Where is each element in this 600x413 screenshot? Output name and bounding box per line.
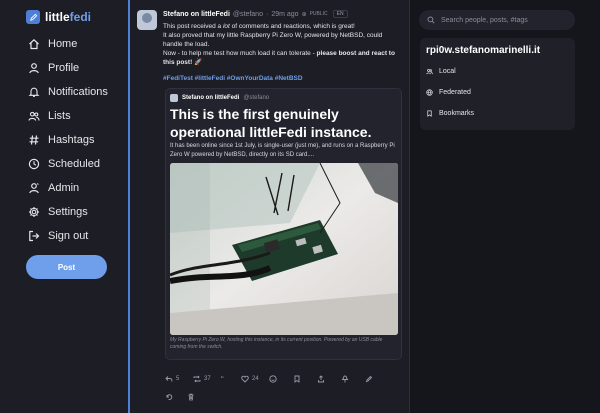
pin-icon (341, 375, 349, 383)
share-icon (318, 375, 324, 383)
raspberry-pi-photo[interactable] (170, 163, 398, 335)
smile-icon (269, 375, 277, 383)
share-button[interactable] (317, 373, 341, 385)
heart-icon (241, 375, 249, 383)
post-time[interactable]: 29m ago (271, 11, 298, 18)
post-line-2: It also proved that my little Raspberry … (163, 32, 383, 48)
quote-avatar (170, 94, 178, 102)
post-actions: 5 37 “ 24 (165, 373, 385, 385)
post-avatar-wrap (137, 10, 157, 30)
instance-name: rpi0w.stefanomarinelli.it (426, 45, 541, 56)
emoji-button[interactable] (269, 373, 293, 385)
quote-icon: “ (221, 374, 224, 384)
bell-icon (28, 87, 40, 97)
timeline: Stefano on littleFedi @stefano · 29m ago… (132, 0, 410, 413)
app-name: littlefedi (45, 10, 92, 24)
pencil-icon (26, 10, 40, 24)
nav-admin[interactable]: Admin (28, 178, 79, 198)
nav-hashtags[interactable]: Hashtags (28, 130, 94, 150)
nav-settings[interactable]: Settings (28, 202, 88, 222)
quote-handle: @stefano (243, 95, 270, 101)
bookmark-icon (294, 375, 300, 383)
nav-profile[interactable]: Profile (28, 58, 79, 78)
boost-button[interactable]: 37 (193, 373, 221, 385)
pin-button[interactable] (341, 373, 365, 385)
post-hashtags[interactable]: #FediTest #littleFedi #OwnYourData #NetB… (163, 75, 303, 82)
visibility-label: PUBLIC (309, 11, 328, 17)
nav-notifications[interactable]: Notifications (28, 82, 108, 102)
post-button[interactable]: Post (26, 255, 107, 279)
quote-description: It has been online since 1st July, is si… (170, 143, 395, 158)
nav-sign-out[interactable]: Sign out (28, 226, 88, 246)
post-line-1: This post received a lot of comments and… (163, 23, 355, 30)
search-icon (427, 16, 435, 24)
boost-icon (193, 375, 201, 383)
globe-icon: ⊕ (301, 11, 307, 18)
photo-caption: My Raspberry Pi Zero W, hosting this ins… (170, 337, 383, 350)
right-panel: Search people, posts, #tags rpi0w.stefan… (410, 0, 600, 413)
reply-icon (165, 376, 173, 382)
app-logo[interactable]: littlefedi (26, 10, 91, 24)
sidebar: littlefedi Home Profile Notifications Li… (0, 0, 130, 413)
author-handle[interactable]: @stefano (233, 11, 263, 18)
nav-scheduled[interactable]: Scheduled (28, 154, 100, 174)
undo-icon[interactable] (165, 393, 173, 401)
trash-icon[interactable] (187, 393, 195, 401)
bookmark-button[interactable] (293, 373, 317, 385)
signout-icon (29, 230, 40, 242)
avatar[interactable] (137, 10, 157, 30)
post-content: This post received a lot of comments and… (163, 22, 403, 67)
nav-lists[interactable]: Lists (28, 106, 71, 126)
hash-icon (29, 135, 39, 145)
quote-author: Stefano on littleFedi (182, 95, 240, 101)
pencil-icon (365, 375, 373, 383)
language-badge: EN (332, 10, 348, 18)
post-header: Stefano on littleFedi @stefano · 29m ago… (163, 10, 348, 18)
quote-button[interactable]: “ (221, 373, 241, 385)
users-icon (28, 111, 40, 121)
shield-icon (29, 183, 39, 194)
post-actions-secondary (165, 393, 195, 401)
reply-button[interactable]: 5 (165, 373, 193, 385)
bookmark-icon (427, 110, 432, 117)
author-name[interactable]: Stefano on littleFedi (163, 11, 230, 18)
photo-illustration (170, 163, 398, 335)
user-icon (29, 63, 39, 74)
nav-home[interactable]: Home (28, 34, 77, 54)
users-icon (426, 69, 433, 75)
gear-icon (29, 207, 39, 217)
search-input[interactable]: Search people, posts, #tags (419, 10, 575, 30)
instance-panel: rpi0w.stefanomarinelli.it Local Federate… (420, 38, 575, 130)
post-line-3: Now - to help me test how much load it c… (163, 50, 395, 66)
edit-button[interactable] (365, 373, 385, 385)
timeline-federated[interactable]: Federated (426, 89, 471, 96)
quote-title: This is the first genuinely operational … (170, 106, 372, 140)
home-icon (29, 38, 39, 50)
quoted-post-card[interactable]: Stefano on littleFedi @stefano This is t… (165, 88, 402, 360)
clock-icon (28, 158, 40, 170)
timeline-local[interactable]: Local (426, 68, 456, 75)
quote-header: Stefano on littleFedi @stefano (170, 94, 269, 102)
search-placeholder: Search people, posts, #tags (441, 16, 528, 24)
timeline-bookmarks[interactable]: Bookmarks (426, 110, 474, 117)
react-button[interactable]: 24 (241, 373, 269, 385)
globe-icon (426, 89, 433, 96)
